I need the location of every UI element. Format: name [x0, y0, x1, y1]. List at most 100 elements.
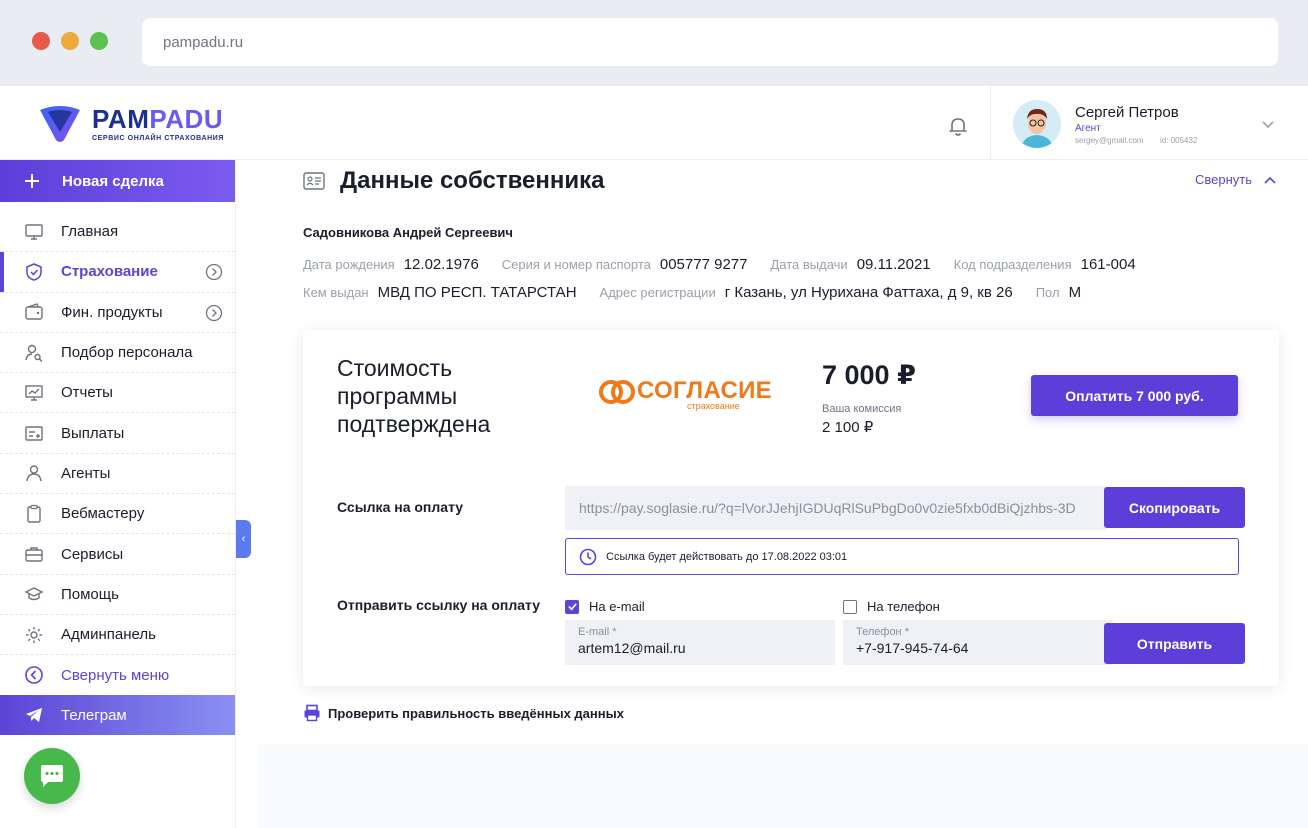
payment-link-label: Ссылка на оплату [337, 499, 464, 515]
url-text: pampadu.ru [163, 33, 244, 51]
new-deal-button[interactable]: Новая сделка [0, 160, 235, 202]
logo-mark-icon [40, 106, 80, 142]
gear-icon [24, 625, 44, 645]
verify-data-link[interactable]: Проверить правильность введённых данных [303, 704, 624, 722]
owner-details-row-1: Дата рождения 12.02.1976 Серия и номер п… [303, 256, 1159, 273]
sidebar-item-help[interactable]: Помощь [0, 575, 235, 615]
sidebar-item-label: Админпанель [61, 626, 156, 644]
passport-value: 005777 9277 [659, 256, 748, 273]
sidebar-item-payouts[interactable]: Выплаты [0, 413, 235, 454]
issued-by-value: МВД ПО РЕСП. ТАТАРСТАН [377, 284, 577, 301]
pampadu-logo[interactable]: PAMPADU СЕРВИС ОНЛАЙН СТРАХОВАНИЯ [38, 104, 224, 144]
sidebar-item-admin[interactable]: Админпанель [0, 615, 235, 656]
phone-checkbox[interactable]: На телефон [843, 599, 940, 614]
new-deal-label: Новая сделка [62, 172, 164, 190]
collapse-menu-button[interactable]: Свернуть меню [0, 655, 235, 695]
sidebar-item-label: Подбор персонала [61, 344, 193, 362]
payment-card: Стоимость программы подтверждена СОГЛАСИ… [303, 330, 1279, 686]
page-footer-area [258, 744, 1308, 828]
birth-value: 12.02.1976 [403, 256, 479, 273]
sidebar-item-label: Страхование [61, 263, 158, 281]
plus-icon [25, 174, 39, 188]
payment-card-title: Стоимость программы подтверждена [337, 355, 491, 437]
person-search-icon [24, 343, 44, 363]
phone-checkbox-label: На телефон [867, 599, 940, 614]
sidebar-item-label: Выплаты [61, 424, 125, 442]
clock-icon [579, 548, 597, 565]
sidebar-item-main[interactable]: Главная [0, 212, 235, 253]
checkbox-checked-icon[interactable] [565, 599, 579, 614]
email-checkbox[interactable]: На e-mail [565, 599, 645, 614]
address-bar[interactable]: pampadu.ru [142, 18, 1278, 66]
avatar[interactable] [1013, 100, 1061, 148]
chevron-right-circle-icon[interactable] [205, 304, 223, 322]
link-validity-notice: Ссылка будет действовать до 17.08.2022 0… [565, 538, 1239, 575]
browser-toolbar: pampadu.ru [0, 0, 1308, 86]
sidebar-item-fin-products[interactable]: Фин. продукты [0, 293, 235, 333]
phone-field-value: +7-917-945-74-64 [856, 640, 969, 656]
passport-label: Серия и номер паспорта [501, 257, 651, 272]
send-button[interactable]: Отправить [1104, 623, 1245, 664]
sidebar-nav: Главная Страхование Фин. продукты Подбор… [0, 212, 235, 696]
window-maximize-dot[interactable] [90, 32, 108, 50]
birth-label: Дата рождения [303, 257, 395, 272]
email-field[interactable]: E-mail * artem12@mail.ru [565, 620, 835, 665]
issued-by-label: Кем выдан [303, 285, 369, 300]
checkbox-unchecked-icon[interactable] [843, 599, 857, 614]
wallet-icon [24, 302, 44, 322]
sidebar: Новая сделка Главная Страхование Фин. пр… [0, 160, 236, 828]
sidebar-item-reports[interactable]: Отчеты [0, 373, 235, 414]
email-checkbox-label: На e-mail [589, 599, 645, 614]
payment-link-field[interactable]: https://pay.soglasie.ru/?q=lVorJJehjIGDU… [565, 486, 1107, 530]
telegram-icon [26, 708, 42, 722]
logo-name: PAMPADU [92, 104, 224, 134]
phone-field[interactable]: Телефон * +7-917-945-74-64 [843, 620, 1113, 665]
bell-icon[interactable] [946, 114, 970, 138]
chevron-right-circle-icon[interactable] [205, 263, 223, 281]
chart-board-icon [24, 383, 44, 403]
email-field-value: artem12@mail.ru [578, 640, 686, 656]
address-label: Адрес регистрации [599, 285, 716, 300]
commission-value: 2 100 ₽ [822, 419, 874, 436]
sidebar-item-label: Помощь [61, 585, 119, 603]
chevron-up-icon[interactable] [1263, 173, 1277, 187]
sidebar-item-label: Агенты [61, 464, 111, 482]
user-role: Агент [1075, 123, 1101, 134]
telegram-label: Телеграм [61, 706, 127, 724]
sidebar-item-services[interactable]: Сервисы [0, 534, 235, 575]
window-close-dot[interactable] [32, 32, 50, 50]
chat-button[interactable] [24, 748, 80, 804]
sidebar-toggle-tab[interactable]: ‹ [236, 520, 251, 558]
sidebar-item-webmaster[interactable]: Вебмастеру [0, 494, 235, 535]
issue-date-value: 09.11.2021 [856, 256, 931, 273]
user-name[interactable]: Сергей Петров [1075, 104, 1179, 121]
avatar-portrait-icon [1013, 100, 1061, 148]
sex-label: Пол [1035, 285, 1060, 300]
pay-button[interactable]: Оплатить 7 000 руб. [1031, 375, 1238, 416]
sidebar-item-agents[interactable]: Агенты [0, 454, 235, 495]
insurer-logo: СОГЛАСИЕ страхование [597, 376, 772, 412]
commission-label: Ваша комиссия [822, 403, 902, 415]
header-divider [990, 86, 991, 160]
address-value: г Казань, ул Нурихана Фаттаха, д 9, кв 2… [724, 284, 1013, 301]
shield-icon [24, 262, 44, 282]
chevron-left-circle-icon [24, 665, 44, 685]
clipboard-icon [24, 504, 44, 524]
collapse-section-link[interactable]: Свернуть [1195, 172, 1252, 187]
chevron-down-icon[interactable] [1260, 116, 1276, 132]
collapse-menu-label: Свернуть меню [61, 666, 170, 684]
verify-data-label: Проверить правильность введённых данных [328, 705, 624, 721]
copy-button[interactable]: Скопировать [1104, 487, 1245, 528]
section-title: Данные собственника [340, 167, 605, 194]
price: 7 000 ₽ [822, 360, 916, 390]
issue-date-label: Дата выдачи [770, 257, 848, 272]
insurer-sub: страхование [687, 401, 740, 411]
sidebar-item-recruitment[interactable]: Подбор персонала [0, 333, 235, 374]
sex-value: М [1068, 284, 1082, 301]
window-minimize-dot[interactable] [61, 32, 79, 50]
telegram-button[interactable]: Телеграм [0, 695, 235, 735]
id-card-icon [303, 172, 325, 190]
sidebar-item-label: Фин. продукты [61, 303, 163, 321]
sidebar-item-label: Главная [61, 223, 119, 241]
sidebar-item-insurance[interactable]: Страхование [0, 252, 235, 293]
